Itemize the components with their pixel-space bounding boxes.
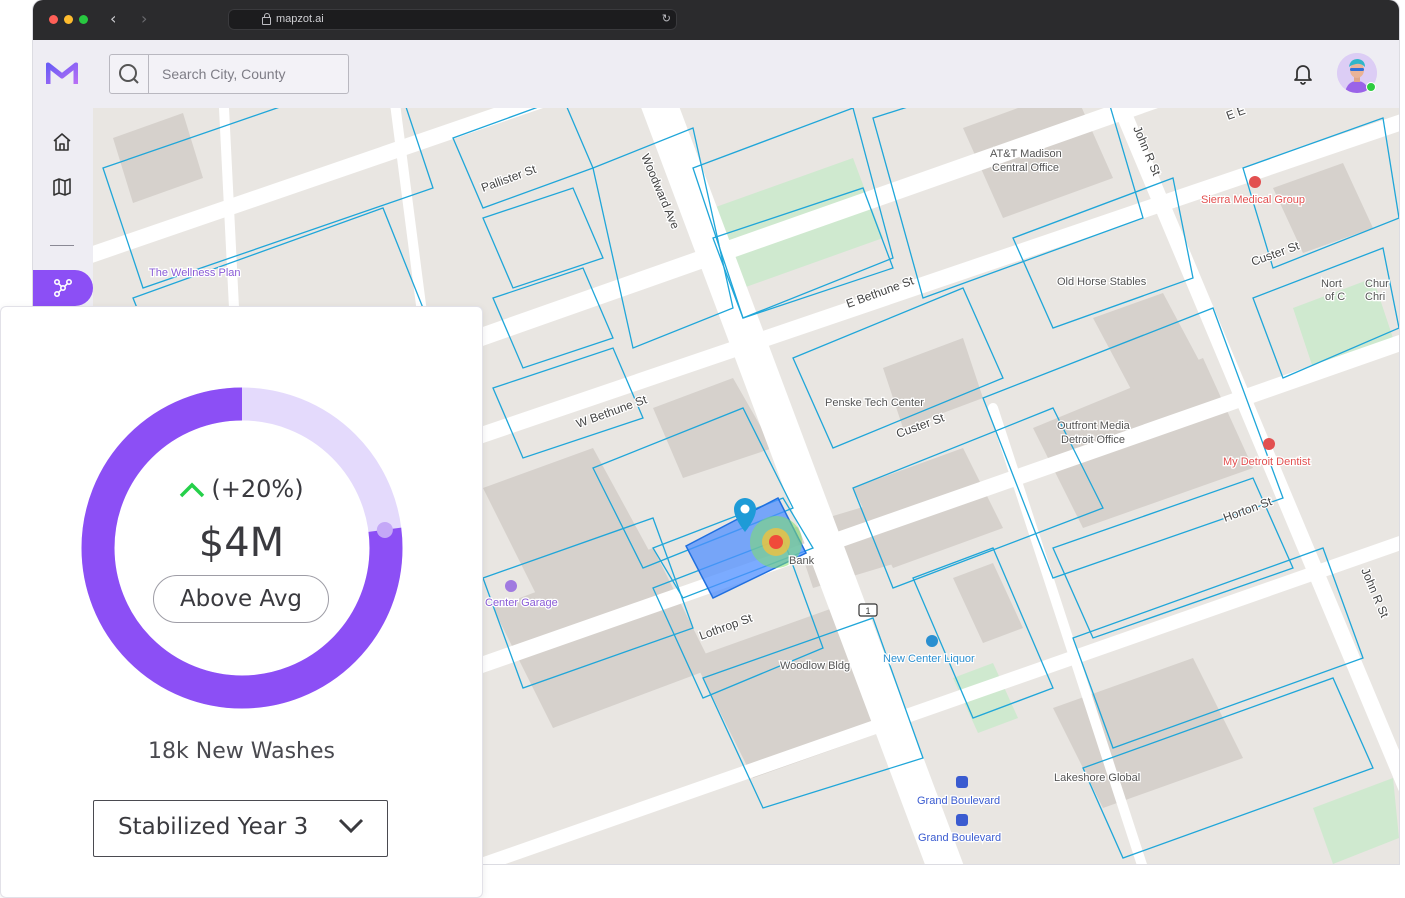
place-label: Outfront Media — [1057, 420, 1131, 432]
back-button[interactable]: ‹ — [110, 9, 116, 28]
place-label: Grand Boulevard — [918, 832, 1001, 844]
place-label: Old Horse Stables — [1057, 276, 1147, 288]
year-select[interactable]: Stabilized Year 3 — [93, 800, 388, 857]
sidebar-divider — [50, 245, 74, 246]
place-label: Penske Tech Center — [825, 397, 924, 409]
browser-titlebar: ‹ › mapzot.ai ↻ — [33, 0, 1399, 40]
address-bar[interactable]: mapzot.ai ↻ — [228, 9, 677, 30]
network-icon — [54, 279, 72, 297]
place-label: Detroit Office — [1061, 434, 1125, 446]
year-select-value: Stabilized Year 3 — [118, 814, 309, 840]
place-label: Bank — [789, 555, 815, 567]
place-label: The Wellness Plan — [149, 267, 241, 279]
estimate-value: $4M — [198, 520, 285, 566]
app-header: Search City, County — [33, 40, 1399, 108]
minimize-window-button[interactable] — [64, 15, 73, 24]
reload-icon[interactable]: ↻ — [662, 9, 671, 30]
maximize-window-button[interactable] — [79, 15, 88, 24]
up-arrow-icon — [180, 482, 205, 498]
place-label: Lakeshore Global — [1054, 772, 1140, 784]
stats-card: (+20%) $4M Above Avg 18k New Washes Stab… — [0, 306, 483, 898]
sidebar-item-network[interactable] — [33, 270, 93, 306]
place-label: Sierra Medical Group — [1201, 194, 1305, 206]
home-icon[interactable] — [52, 132, 72, 152]
place-label: Chri — [1365, 291, 1385, 303]
place-label: Nort — [1321, 278, 1342, 290]
url-text: mapzot.ai — [276, 13, 324, 25]
mapzot-logo[interactable] — [46, 62, 78, 86]
change-percent: (+20%) — [211, 475, 304, 503]
online-status-indicator — [1366, 82, 1376, 92]
route-shield: 1 — [858, 603, 878, 617]
map-icon[interactable] — [52, 177, 72, 197]
place-label: Chur — [1365, 278, 1389, 290]
place-label: New Center Liquor — [883, 653, 975, 665]
close-window-button[interactable] — [49, 15, 58, 24]
place-label: My Detroit Dentist — [1223, 456, 1310, 468]
place-label: Central Office — [992, 162, 1059, 174]
route-shield-label: 1 — [865, 606, 870, 616]
change-indicator: (+20%) — [1, 475, 482, 503]
forward-button[interactable]: › — [141, 9, 147, 28]
search-input[interactable]: Search City, County — [162, 66, 285, 82]
above-avg-badge: Above Avg — [153, 575, 329, 623]
place-label: of C — [1325, 291, 1345, 303]
lock-icon — [262, 13, 271, 25]
place-label: Center Garage — [485, 597, 558, 609]
place-label: Woodlow Bldg — [780, 660, 850, 672]
place-label: AT&T Madison — [990, 148, 1062, 160]
search-icon[interactable] — [110, 55, 149, 93]
chevron-down-icon — [338, 818, 364, 834]
place-label: Grand Boulevard — [917, 795, 1000, 807]
bell-icon[interactable] — [1293, 63, 1313, 85]
washes-subtitle: 18k New Washes — [148, 739, 335, 764]
search-bar[interactable]: Search City, County — [109, 54, 349, 94]
